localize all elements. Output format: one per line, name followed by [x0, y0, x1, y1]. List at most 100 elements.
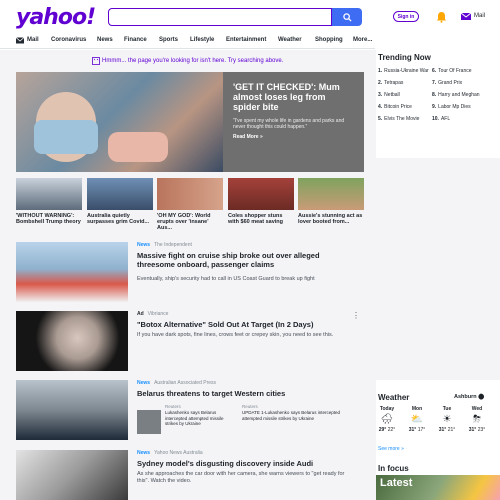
nav-shopping[interactable]: Shopping: [315, 37, 343, 43]
trending-item[interactable]: 4. Bitcoin Price: [378, 104, 412, 110]
signin-button[interactable]: Sign in: [393, 11, 419, 22]
hero-title[interactable]: 'GET IT CHECKED': Mum almost loses leg f…: [233, 82, 354, 112]
nav-lifestyle[interactable]: Lifestyle: [190, 37, 214, 43]
thumb-image: [87, 178, 153, 210]
rain-icon: 🌧: [380, 414, 394, 425]
trend-num: 6.: [432, 68, 437, 74]
trending-item[interactable]: 7. Grand Prix: [432, 80, 462, 86]
trending-item[interactable]: 2. Tetrapas: [378, 80, 403, 86]
hero-hand: [108, 132, 168, 162]
trend-label[interactable]: Bitcoin Price: [384, 104, 412, 110]
weather-title: Weather: [378, 393, 410, 402]
not-found-message: Hmmm... the page you're looking for isn'…: [102, 58, 284, 64]
thumb-caption[interactable]: 'OH MY GOD': World erupts over 'insane' …: [157, 213, 223, 231]
trend-num: 9.: [432, 104, 437, 110]
article-title[interactable]: Massive fight on cruise ship broke out o…: [137, 251, 357, 269]
trending-item[interactable]: 8. Harry and Meghan: [432, 92, 480, 98]
bell-icon[interactable]: [436, 11, 447, 23]
article-card[interactable]: News Yahoo News Australia Sydney model's …: [16, 450, 364, 500]
mail-icon[interactable]: [460, 10, 472, 22]
trend-label[interactable]: Tetrapas: [384, 80, 403, 86]
nav-bar: Mail Coronavirus News Finance Sports Lif…: [0, 35, 500, 47]
article-meta: News Australian Associated Press: [137, 380, 216, 386]
nav-more[interactable]: More...: [353, 37, 372, 43]
hero-image[interactable]: [16, 72, 223, 172]
ad-title[interactable]: "Botox Alternative" Sold Out At Target (…: [137, 320, 357, 329]
more-options-icon[interactable]: ⋮: [352, 311, 360, 320]
focus-image[interactable]: Latest: [376, 475, 500, 500]
trend-label[interactable]: Netball: [384, 92, 400, 98]
weather-lo: 21°: [447, 427, 456, 433]
trend-num: 5.: [378, 116, 383, 122]
article-image: [16, 380, 128, 440]
ad-card[interactable]: Ad Vibriance "Botox Alternative" Sold Out…: [16, 311, 364, 371]
sidebar-ad-slot: [376, 158, 500, 380]
related-title[interactable]: Lukashenko says Belarus intercepted atte…: [165, 410, 225, 427]
nav-news[interactable]: News: [97, 37, 113, 43]
weather-see-more[interactable]: See more »: [378, 446, 404, 452]
thumb-strip: 'WITHOUT WARNING': Bombshell Trump theor…: [16, 178, 364, 231]
related-title[interactable]: UPDATE 1-Lukashenko says Belarus interce…: [242, 410, 342, 421]
ad-meta: Ad Vibriance: [137, 311, 168, 317]
article-title[interactable]: Belarus threatens to target Western citi…: [137, 389, 357, 398]
trend-num: 2.: [378, 80, 383, 86]
article-publisher: Australian Associated Press: [154, 380, 217, 386]
weather-lo: 23°: [477, 427, 486, 433]
trend-label[interactable]: Russia-Ukraine War: [384, 68, 429, 74]
article-meta: News Yahoo News Australia: [137, 450, 203, 456]
search-input[interactable]: [108, 8, 332, 26]
thumb-item[interactable]: Aussie's stunning act as lover booted fr…: [298, 178, 364, 225]
weather-location-label[interactable]: Ashburn: [454, 394, 477, 400]
related-story[interactable]: Reuters Lukashenko says Belarus intercep…: [137, 404, 227, 434]
focus-title: In focus: [378, 464, 409, 473]
trend-label[interactable]: Elvis The Movie: [384, 116, 419, 122]
broken-page-icon: [92, 57, 100, 65]
trending-item[interactable]: 1. Russia-Ukraine War: [378, 68, 429, 74]
weather-location[interactable]: Ashburn ⬤: [454, 394, 484, 400]
weather-day: Wed ⛈ 31° 23°: [464, 406, 490, 433]
thumb-item[interactable]: 'OH MY GOD': World erupts over 'insane' …: [157, 178, 223, 231]
thumb-item[interactable]: 'WITHOUT WARNING': Bombshell Trump theor…: [16, 178, 82, 225]
nav-entertainment[interactable]: Entertainment: [226, 37, 266, 43]
article-card[interactable]: News Australian Associated Press Belarus …: [16, 380, 364, 440]
thumb-item[interactable]: Australia quietly surpasses grim Covid..…: [87, 178, 153, 225]
thumb-caption[interactable]: Australia quietly surpasses grim Covid..…: [87, 213, 153, 225]
trending-item[interactable]: 9. Labor Mp Dies: [432, 104, 471, 110]
search-button[interactable]: [332, 8, 362, 26]
nav-weather[interactable]: Weather: [278, 37, 302, 43]
trend-label[interactable]: Labor Mp Dies: [438, 104, 471, 110]
nav-sports[interactable]: Sports: [159, 37, 178, 43]
article-title[interactable]: Sydney model's disgusting discovery insi…: [137, 459, 357, 468]
thumb-caption[interactable]: Coles shopper stuns with $60 meat saving: [228, 213, 294, 225]
hero-story[interactable]: 'GET IT CHECKED': Mum almost loses leg f…: [16, 72, 364, 172]
trending-item[interactable]: 3. Netball: [378, 92, 400, 98]
article-meta: News The Independent: [137, 242, 192, 248]
yahoo-logo[interactable]: yahoo!: [16, 5, 96, 30]
trend-label[interactable]: Grand Prix: [438, 80, 462, 86]
trending-item[interactable]: 6. Tour Of France: [432, 68, 472, 74]
article-publisher: The Independent: [154, 242, 192, 248]
trend-label[interactable]: AFL: [441, 116, 450, 122]
thumb-caption[interactable]: Aussie's stunning act as lover booted fr…: [298, 213, 364, 225]
trend-num: 8.: [432, 92, 437, 98]
weather-day: Today 🌧 29° 22°: [374, 406, 400, 433]
nav-coronavirus[interactable]: Coronavirus: [51, 37, 86, 43]
mail-label[interactable]: Mail: [474, 13, 485, 19]
weather-lo: 17°: [417, 427, 426, 433]
trending-item[interactable]: 5. Elvis The Movie: [378, 116, 419, 122]
hero-read-more[interactable]: Read More »: [233, 134, 354, 140]
thumb-caption[interactable]: 'WITHOUT WARNING': Bombshell Trump theor…: [16, 213, 82, 225]
related-source: Reuters: [242, 404, 258, 409]
trending-item[interactable]: 10. AFL: [432, 116, 450, 122]
thumb-image: [298, 178, 364, 210]
nav-mail[interactable]: Mail: [27, 37, 39, 43]
ad-image: [16, 311, 128, 371]
related-story[interactable]: Reuters UPDATE 1-Lukashenko says Belarus…: [242, 404, 340, 434]
article-card[interactable]: News The Independent Massive fight on cru…: [16, 242, 364, 302]
thumb-item[interactable]: Coles shopper stuns with $60 meat saving: [228, 178, 294, 225]
related-source: Reuters: [165, 404, 181, 409]
location-pin-icon: ⬤: [478, 394, 485, 400]
trend-label[interactable]: Tour Of France: [438, 68, 471, 74]
nav-finance[interactable]: Finance: [124, 37, 147, 43]
trend-label[interactable]: Harry and Meghan: [438, 92, 479, 98]
